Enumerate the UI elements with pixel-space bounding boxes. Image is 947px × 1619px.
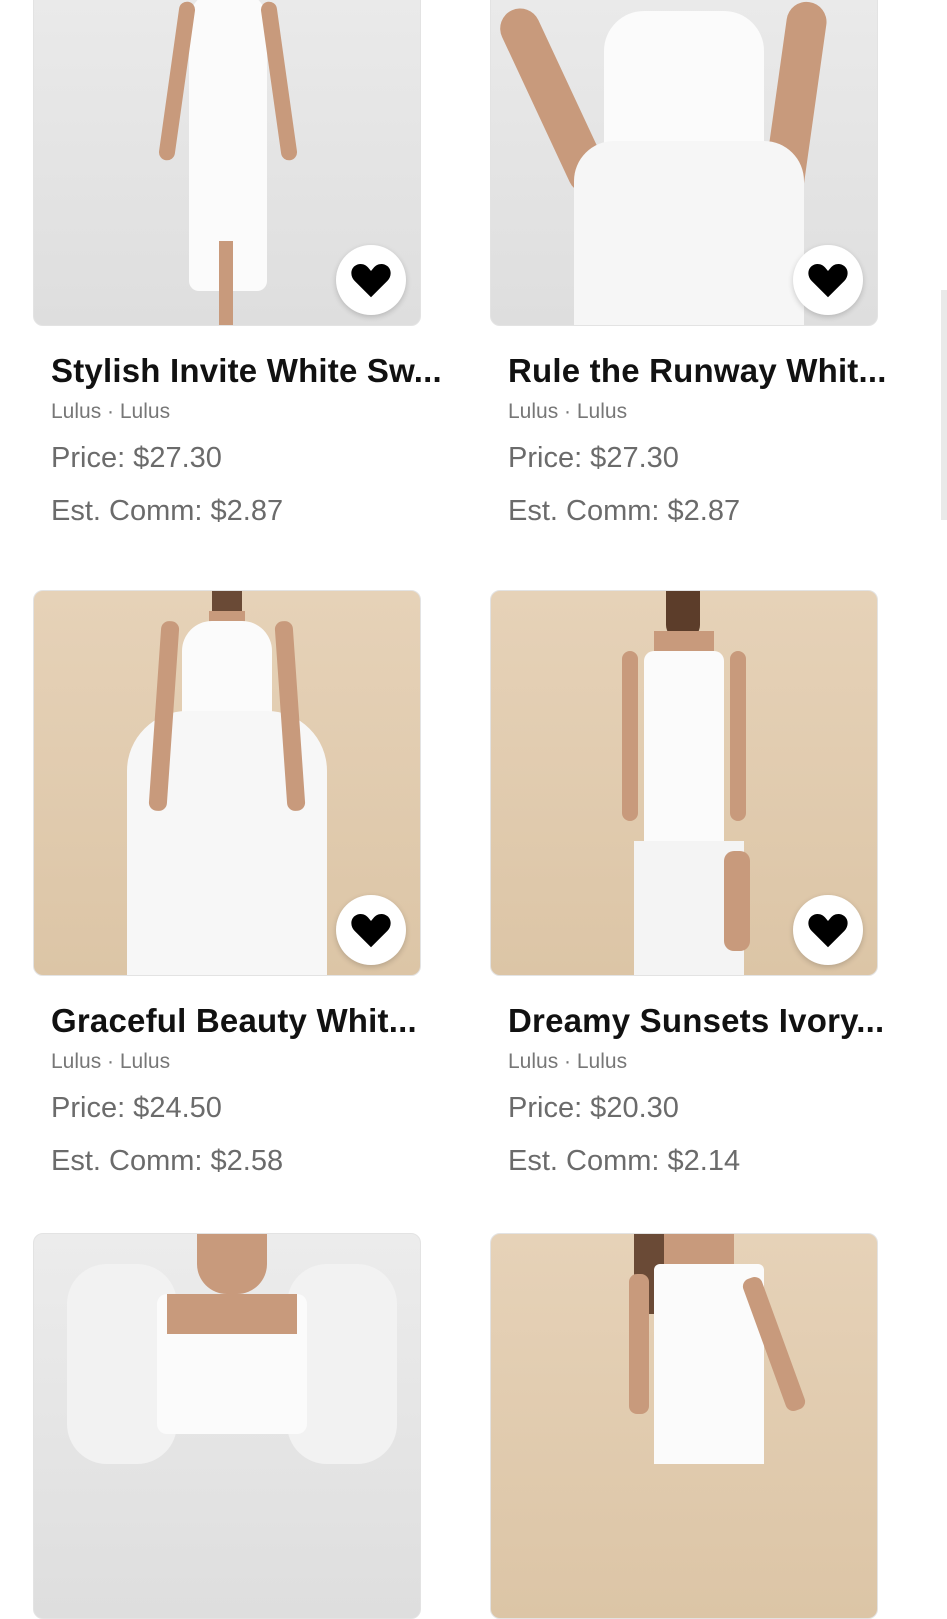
product-image[interactable]: [490, 0, 878, 326]
product-commission: Est. Comm: $2.87: [508, 495, 741, 527]
product-title[interactable]: Rule the Runway Whit...: [508, 352, 886, 390]
product-card[interactable]: Stylish Invite White Sw... Lulus · Lulus…: [33, 0, 442, 528]
product-commission: Est. Comm: $2.87: [51, 495, 284, 527]
product-brand: Lulus · Lulus: [51, 400, 171, 423]
product-card[interactable]: Rule the Runway Whit... Lulus · Lulus Pr…: [490, 0, 886, 528]
product-image[interactable]: [490, 590, 878, 976]
scroll-edge: [941, 290, 947, 520]
product-brand: Lulus · Lulus: [508, 400, 628, 423]
product-card[interactable]: Dreamy Sunsets Ivory... Lulus · Lulus Pr…: [490, 590, 884, 1178]
favorite-button[interactable]: [336, 245, 406, 315]
favorite-button[interactable]: [793, 895, 863, 965]
product-card[interactable]: [490, 1233, 880, 1619]
product-brand: Lulus · Lulus: [51, 1050, 171, 1073]
product-price: Price: $27.30: [508, 442, 679, 474]
product-title[interactable]: Stylish Invite White Sw...: [51, 352, 442, 390]
product-card[interactable]: [33, 1233, 423, 1619]
heart-icon: [808, 914, 848, 948]
product-price: Price: $24.50: [51, 1092, 222, 1124]
product-brand: Lulus · Lulus: [508, 1050, 628, 1073]
heart-icon: [808, 264, 848, 298]
product-grid: Stylish Invite White Sw... Lulus · Lulus…: [0, 0, 947, 1619]
favorite-button[interactable]: [336, 895, 406, 965]
product-title[interactable]: Dreamy Sunsets Ivory...: [508, 1002, 884, 1040]
product-commission: Est. Comm: $2.58: [51, 1145, 284, 1177]
product-card[interactable]: Graceful Beauty Whit... Lulus · Lulus Pr…: [33, 590, 423, 1178]
product-image[interactable]: [33, 0, 421, 326]
product-image[interactable]: [33, 1233, 421, 1619]
heart-icon: [351, 264, 391, 298]
product-title[interactable]: Graceful Beauty Whit...: [51, 1002, 423, 1040]
heart-icon: [351, 914, 391, 948]
product-price: Price: $20.30: [508, 1092, 679, 1124]
product-image[interactable]: [490, 1233, 878, 1619]
favorite-button[interactable]: [793, 245, 863, 315]
product-price: Price: $27.30: [51, 442, 222, 474]
product-commission: Est. Comm: $2.14: [508, 1145, 741, 1177]
product-image[interactable]: [33, 590, 421, 976]
